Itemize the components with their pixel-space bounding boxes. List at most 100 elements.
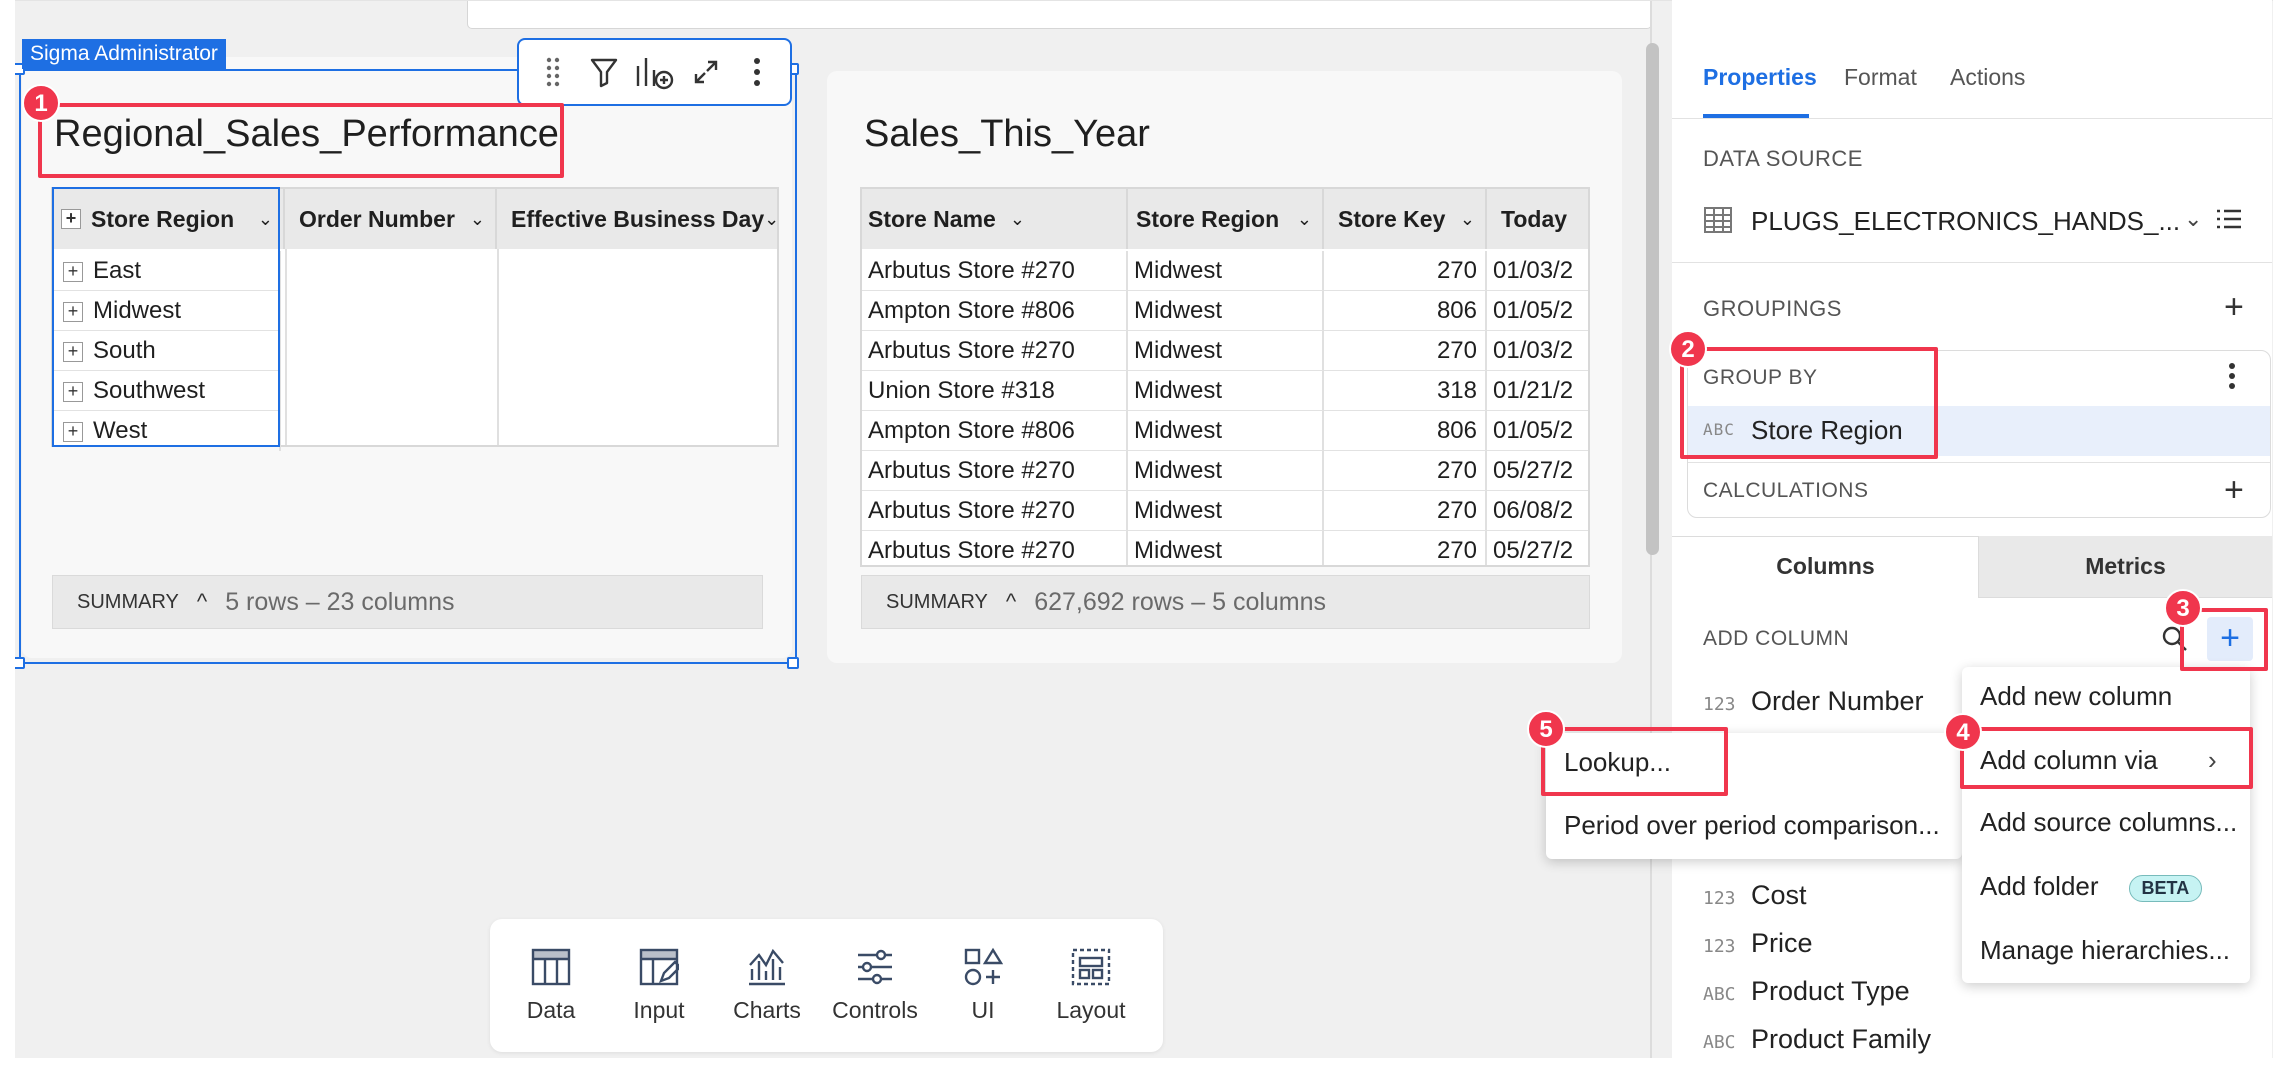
right-table-title[interactable]: Sales_This_Year <box>864 113 1150 156</box>
column-header-order-number[interactable]: Order Number ⌄ <box>285 189 497 249</box>
table-cell[interactable]: 270 <box>1324 491 1487 531</box>
column-header-today[interactable]: Today <box>1487 189 1588 249</box>
caret-up-icon[interactable]: ^ <box>1006 589 1016 615</box>
chevron-down-icon[interactable]: ⌄ <box>1010 209 1025 230</box>
more-options-icon[interactable] <box>737 50 777 94</box>
table-cell[interactable]: Midwest <box>1128 251 1324 291</box>
tab-properties[interactable]: Properties <box>1703 64 1817 91</box>
table-cell[interactable]: 806 <box>1324 411 1487 451</box>
table-cell[interactable]: Midwest <box>1128 531 1324 565</box>
column-list-item[interactable]: ABC Product Family <box>1703 1024 1931 1055</box>
column-header-effective-business-day[interactable]: Effective Business Day⌄ <box>497 189 777 249</box>
add-ui-button[interactable]: UI <box>933 919 1033 1052</box>
add-chart-icon[interactable] <box>635 50 675 94</box>
menu-item-period-over-period[interactable]: Period over period comparison... <box>1564 810 1940 841</box>
table-cell[interactable]: 270 <box>1324 531 1487 565</box>
column-list-item[interactable]: 123 Price <box>1703 928 1813 959</box>
menu-item-add-new-column[interactable]: Add new column <box>1980 681 2172 712</box>
layout-icon <box>1071 948 1111 986</box>
tab-format[interactable]: Format <box>1844 64 1917 91</box>
chevron-down-icon[interactable]: ⌄ <box>764 209 777 230</box>
list-icon[interactable] <box>2216 208 2242 235</box>
chevron-down-icon[interactable]: ⌄ <box>1460 209 1475 230</box>
table-cell[interactable]: Arbutus Store #270 <box>862 491 1128 531</box>
resize-handle[interactable] <box>15 657 25 669</box>
element-toolbar <box>517 38 792 106</box>
chevron-down-icon[interactable]: ⌄ <box>2184 206 2202 232</box>
tab-columns-label: Columns <box>1776 553 1875 579</box>
table-cell[interactable]: Ampton Store #806 <box>862 291 1128 331</box>
add-calculation-icon[interactable]: + <box>2224 473 2244 507</box>
table-cell[interactable]: 01/05/2 <box>1487 411 1588 451</box>
highlight-add-column-via <box>1960 727 2253 789</box>
table-cell[interactable]: Union Store #318 <box>862 371 1128 411</box>
expand-icon[interactable] <box>686 50 726 94</box>
left-summary-bar[interactable]: SUMMARY ^ 5 rows – 23 columns <box>52 575 763 629</box>
header-label: Order Number <box>299 205 455 232</box>
step-badge-1: 1 <box>22 84 60 122</box>
menu-item-add-folder[interactable]: Add folder BETA <box>1980 871 2203 902</box>
chevron-down-icon[interactable]: ⌄ <box>470 209 485 230</box>
table-cell[interactable]: Midwest <box>1128 411 1324 451</box>
table-cell[interactable]: 01/05/2 <box>1487 291 1588 331</box>
table-cell[interactable]: Arbutus Store #270 <box>862 251 1128 291</box>
chevron-down-icon[interactable]: ⌄ <box>1297 209 1312 230</box>
add-data-button[interactable]: Data <box>501 919 601 1052</box>
table-cell[interactable]: 05/27/2 <box>1487 451 1588 491</box>
table-cell[interactable]: Midwest <box>1128 491 1324 531</box>
column-header-store-region[interactable]: Store Region ⌄ <box>1128 189 1324 249</box>
add-input-button[interactable]: Input <box>609 919 709 1052</box>
column-divider <box>497 249 499 445</box>
right-summary-bar[interactable]: SUMMARY ^ 627,692 rows – 5 columns <box>861 575 1590 629</box>
menu-item-manage-hierarchies[interactable]: Manage hierarchies... <box>1980 935 2230 966</box>
column-list-item[interactable]: 123 Order Number <box>1703 686 1924 717</box>
table-cell[interactable]: Midwest <box>1128 291 1324 331</box>
resize-handle[interactable] <box>787 657 799 669</box>
table-cell[interactable]: Midwest <box>1128 371 1324 411</box>
drag-handle-icon[interactable] <box>533 50 573 94</box>
canvas-top-field[interactable] <box>467 1 1652 29</box>
table-cell[interactable]: 270 <box>1324 451 1487 491</box>
filter-icon[interactable] <box>584 50 624 94</box>
canvas-scrollbar[interactable] <box>1646 43 1659 555</box>
data-source-name[interactable]: PLUGS_ELECTRONICS_HANDS_... <box>1751 206 2180 237</box>
table-cell[interactable]: 06/08/2 <box>1487 491 1588 531</box>
column-header-store-name[interactable]: Store Name ⌄ <box>862 189 1128 249</box>
table-cell[interactable]: 01/03/2 <box>1487 251 1588 291</box>
table-icon <box>531 948 571 986</box>
add-element-bar: Data Input Charts Controls UI Layout <box>490 919 1163 1052</box>
menu-item-add-source-columns[interactable]: Add source columns... <box>1980 807 2237 838</box>
divider <box>1688 462 2270 463</box>
sliders-icon <box>858 949 892 985</box>
table-cell[interactable]: 318 <box>1324 371 1487 411</box>
add-controls-button[interactable]: Controls <box>825 919 925 1052</box>
table-cell[interactable]: Midwest <box>1128 331 1324 371</box>
table-cell[interactable]: 05/27/2 <box>1487 531 1588 565</box>
column-list-item[interactable]: ABC Product Type <box>1703 976 1910 1007</box>
column-list-item[interactable]: 123 Cost <box>1703 880 1807 911</box>
add-column-menu: Add new column Add column via › Add sour… <box>1962 667 2250 983</box>
table-cell[interactable]: Ampton Store #806 <box>862 411 1128 451</box>
header-label: Effective Business Day <box>511 205 765 232</box>
table-cell[interactable]: Arbutus Store #270 <box>862 531 1128 565</box>
more-options-icon[interactable] <box>2228 362 2236 395</box>
add-grouping-icon[interactable]: + <box>2224 290 2244 324</box>
table-cell[interactable]: Arbutus Store #270 <box>862 331 1128 371</box>
add-layout-button[interactable]: Layout <box>1041 919 1141 1052</box>
highlight-title <box>38 103 564 178</box>
table-cell[interactable]: 806 <box>1324 291 1487 331</box>
table-cell[interactable]: Arbutus Store #270 <box>862 451 1128 491</box>
tab-actions[interactable]: Actions <box>1950 64 2025 91</box>
header-label: Today <box>1501 205 1568 232</box>
table-cell[interactable]: 270 <box>1324 331 1487 371</box>
table-cell[interactable]: 01/03/2 <box>1487 331 1588 371</box>
table-cell[interactable]: 270 <box>1324 251 1487 291</box>
table-cell[interactable]: 01/21/2 <box>1487 371 1588 411</box>
table-cell[interactable]: Midwest <box>1128 451 1324 491</box>
divider <box>1672 262 2272 263</box>
column-name: Product Type <box>1751 976 1910 1006</box>
column-header-store-key[interactable]: Store Key ⌄ <box>1324 189 1487 249</box>
caret-up-icon[interactable]: ^ <box>197 589 207 615</box>
highlight-group-by <box>1680 347 1938 459</box>
add-charts-button[interactable]: Charts <box>717 919 817 1052</box>
